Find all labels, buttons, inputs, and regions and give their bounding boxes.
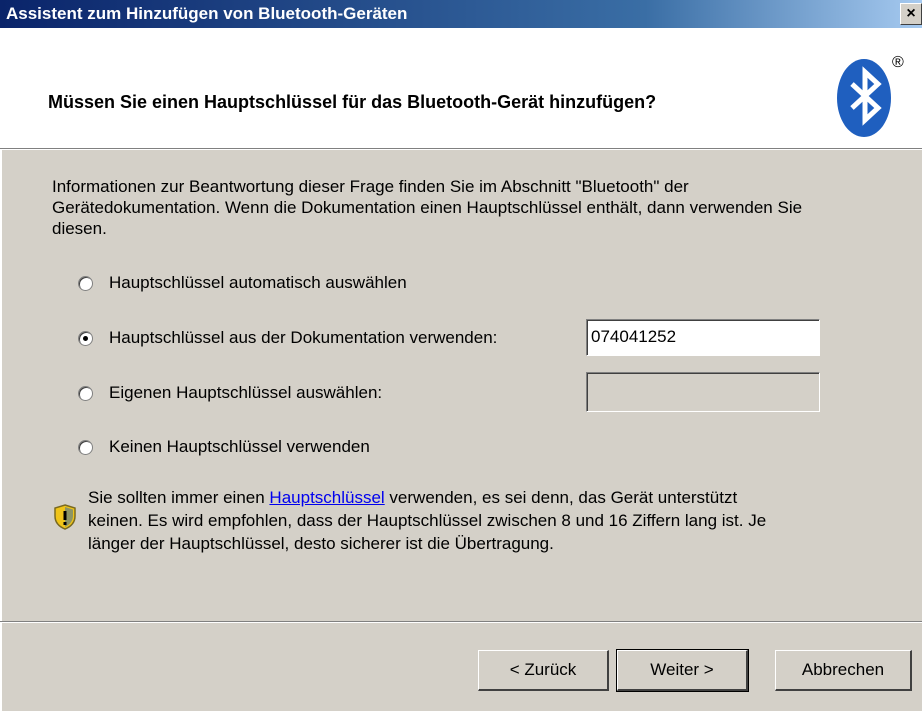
shield-warning-icon <box>53 504 77 535</box>
note-text-start: Sie sollten immer einen <box>88 488 270 507</box>
option-custom-key[interactable]: Eigenen Hauptschlüssel auswählen: <box>78 382 382 404</box>
next-button[interactable]: Weiter > <box>616 649 749 692</box>
option-no-key[interactable]: Keinen Hauptschlüssel verwenden <box>78 436 370 458</box>
custom-key-input[interactable] <box>586 372 820 412</box>
option-auto-key[interactable]: Hauptschlüssel automatisch auswählen <box>78 272 407 294</box>
window-edge <box>0 150 2 711</box>
header-divider-highlight <box>0 149 922 150</box>
registered-mark: ® <box>892 54 904 71</box>
radio-button[interactable] <box>78 439 93 455</box>
radio-button[interactable] <box>78 330 93 346</box>
option-label: Eigenen Hauptschlüssel auswählen: <box>109 383 383 402</box>
cancel-button[interactable]: Abbrechen <box>775 650 912 691</box>
bluetooth-logo-icon: ® <box>834 50 914 147</box>
description-text: Informationen zur Beantwortung dieser Fr… <box>52 177 803 238</box>
back-button[interactable]: < Zurück <box>478 650 609 691</box>
documentation-key-input[interactable]: 074041252 <box>586 319 820 356</box>
radio-button[interactable] <box>78 275 93 291</box>
page-title: Müssen Sie einen Hauptschlüssel für das … <box>48 92 657 112</box>
window-title: Assistent zum Hinzufügen von Bluetooth-G… <box>6 4 408 23</box>
footer-divider-highlight <box>0 622 922 623</box>
key-recommendation-note: Sie sollten immer einen Hauptschlüssel v… <box>88 486 788 555</box>
wizard-header: Müssen Sie einen Hauptschlüssel für das … <box>0 28 922 148</box>
close-button[interactable]: × <box>900 3 922 25</box>
option-label: Keinen Hauptschlüssel verwenden <box>109 437 370 456</box>
radio-button[interactable] <box>78 385 93 401</box>
option-documentation-key[interactable]: Hauptschlüssel aus der Dokumentation ver… <box>78 327 497 349</box>
title-bar: Assistent zum Hinzufügen von Bluetooth-G… <box>0 0 922 28</box>
option-label: Hauptschlüssel automatisch auswählen <box>109 273 407 292</box>
passkey-link[interactable]: Hauptschlüssel <box>269 488 384 507</box>
option-label: Hauptschlüssel aus der Dokumentation ver… <box>109 328 498 347</box>
